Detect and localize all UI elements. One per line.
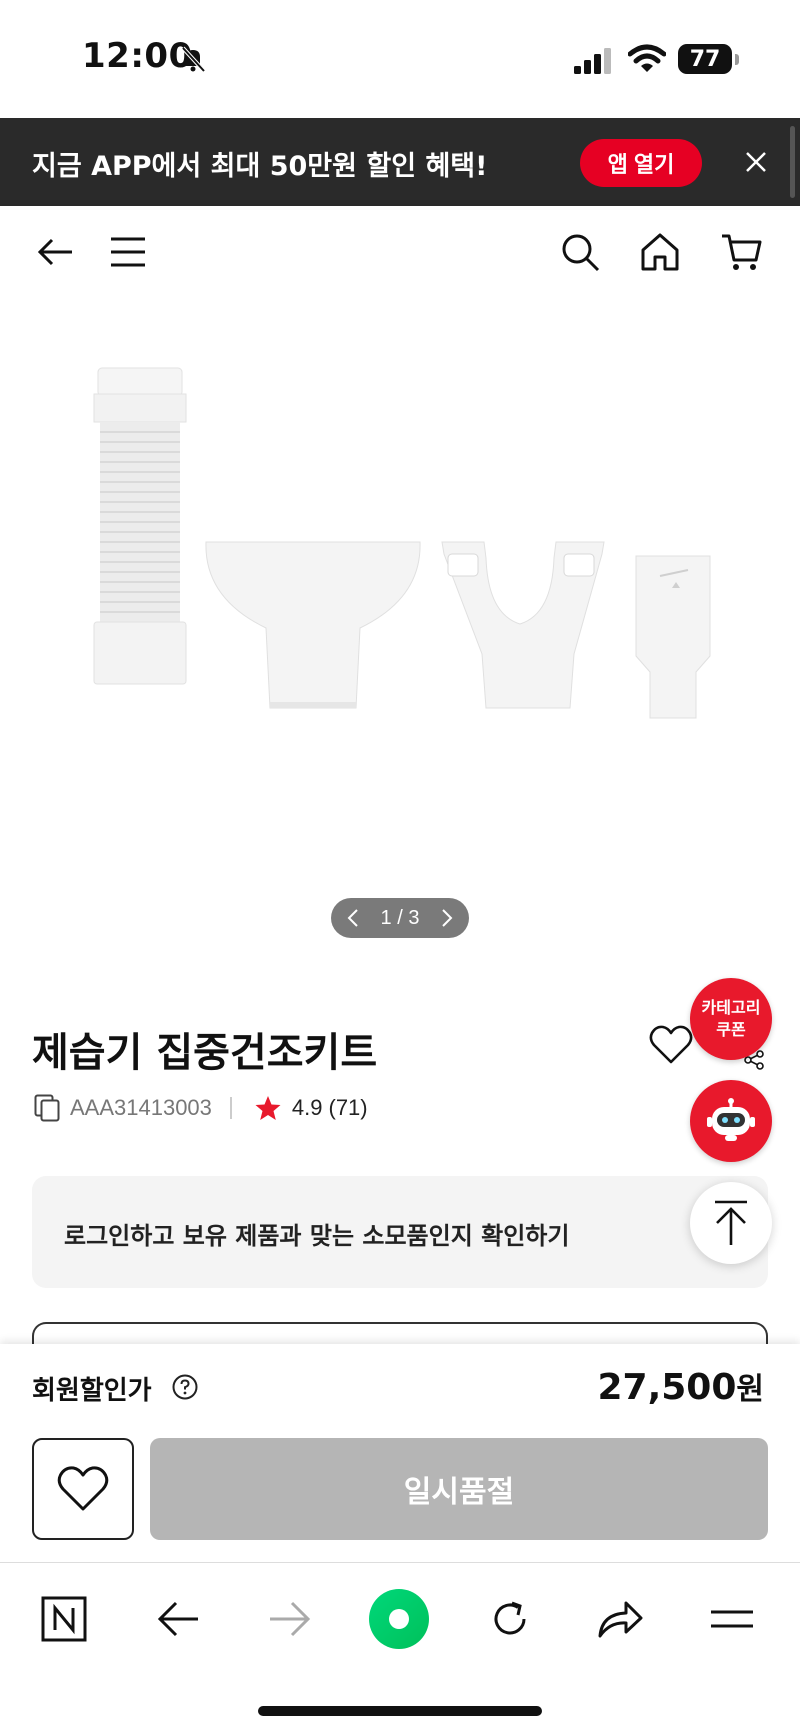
cellular-signal-icon xyxy=(574,48,611,74)
reload-button[interactable] xyxy=(482,1591,538,1647)
wifi-icon xyxy=(628,44,666,72)
arrow-up-icon xyxy=(715,1200,747,1245)
gallery-pager[interactable]: 1 / 3 xyxy=(331,898,469,938)
share-page-button[interactable] xyxy=(592,1591,648,1647)
wide-nozzle-part xyxy=(205,541,421,709)
login-compatibility-text: 로그인하고 보유 제품과 맞는 소모품인지 확인하기 xyxy=(64,1222,570,1250)
meta-divider xyxy=(229,1097,232,1119)
price-currency: 원 xyxy=(736,1372,764,1407)
product-meta: AAA31413003 4.9 (71) xyxy=(34,1092,368,1124)
heart-icon xyxy=(57,1466,109,1511)
battery-cap xyxy=(735,54,739,65)
app-banner-text: 지금 APP에서 최대 50만원 할인 혜택! xyxy=(32,151,488,182)
sold-out-button[interactable]: 일시품절 xyxy=(150,1438,768,1540)
battery-indicator: 77 xyxy=(678,44,732,74)
status-time: 12:00 xyxy=(82,36,193,76)
rating-value: 4.9 xyxy=(291,1095,323,1120)
purchase-bar: 회원할인가 27,500원 일시품절 xyxy=(0,1344,800,1562)
product-code: AAA31413003 xyxy=(70,1095,212,1120)
close-icon[interactable] xyxy=(740,146,772,178)
login-compatibility-box[interactable]: 로그인하고 보유 제품과 맞는 소모품인지 확인하기 xyxy=(32,1176,768,1288)
product-title: 제습기 집중건조키트 xyxy=(32,1030,378,1076)
hamburger-icon xyxy=(711,1610,753,1628)
browser-menu-button[interactable] xyxy=(704,1591,760,1647)
nav-header xyxy=(0,206,800,298)
menu-icon[interactable] xyxy=(106,230,150,274)
heart-icon[interactable] xyxy=(648,1024,694,1066)
category-coupon-button[interactable]: 카테고리 쿠폰 xyxy=(690,978,772,1060)
browser-back-button[interactable] xyxy=(150,1591,206,1647)
y-nozzle-part xyxy=(441,541,605,709)
arrow-left-icon xyxy=(157,1601,198,1637)
copy-icon[interactable] xyxy=(34,1094,60,1122)
product-kit-illustration xyxy=(93,367,711,719)
chatbot-button[interactable] xyxy=(690,1080,772,1162)
naver-home-button[interactable] xyxy=(36,1591,92,1647)
home-indicator[interactable] xyxy=(258,1706,542,1716)
arrow-right-icon xyxy=(270,1601,311,1637)
help-icon[interactable] xyxy=(172,1374,198,1400)
coupon-label-line1: 카테고리 xyxy=(701,998,761,1017)
scroll-to-top-button[interactable] xyxy=(690,1182,772,1264)
price-amount: 27,500 xyxy=(597,1367,737,1408)
member-price-label: 회원할인가 xyxy=(32,1376,152,1406)
price-value: 27,500원 xyxy=(597,1364,764,1408)
scrollbar[interactable] xyxy=(790,126,795,198)
share-arrow-icon xyxy=(598,1601,643,1638)
wishlist-button[interactable] xyxy=(32,1438,134,1540)
pager-text: 1 / 3 xyxy=(380,906,420,929)
green-dot-button[interactable] xyxy=(368,1588,430,1650)
naver-n-icon xyxy=(41,1596,87,1642)
robot-icon xyxy=(707,1098,755,1141)
chevron-right-icon[interactable] xyxy=(439,907,455,929)
bell-off-icon xyxy=(181,46,206,73)
reload-icon xyxy=(494,1601,526,1635)
status-bar: 12:00 77 xyxy=(0,0,800,118)
green-dot-icon xyxy=(369,1589,429,1649)
open-app-button[interactable]: 앱 열기 xyxy=(580,139,702,187)
home-icon[interactable] xyxy=(638,230,682,274)
adapter-part xyxy=(635,555,711,719)
review-count[interactable]: (71) xyxy=(329,1095,368,1121)
browser-forward-button[interactable] xyxy=(262,1591,318,1647)
app-promo-banner: 지금 APP에서 최대 50만원 할인 혜택! 앱 열기 xyxy=(0,118,800,206)
search-icon[interactable] xyxy=(558,230,602,274)
coupon-label-line2: 쿠폰 xyxy=(716,1020,746,1039)
product-image[interactable] xyxy=(0,298,800,938)
cart-icon[interactable] xyxy=(720,230,764,274)
star-icon xyxy=(255,1096,281,1120)
back-arrow-icon[interactable] xyxy=(34,230,78,274)
chevron-left-icon[interactable] xyxy=(345,907,361,929)
hose-part xyxy=(93,367,187,685)
